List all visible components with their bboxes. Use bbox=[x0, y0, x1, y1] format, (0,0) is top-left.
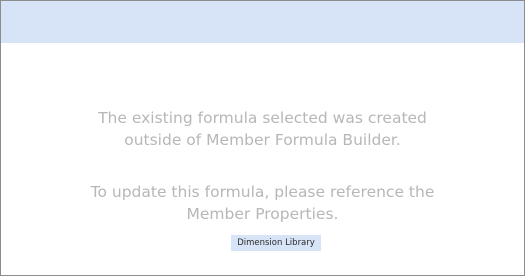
update-formula-message-line-1: To update this formula, please reference… bbox=[90, 183, 435, 201]
existing-formula-message-line-2: outside of Member Formula Builder. bbox=[124, 131, 401, 149]
panel-header-bar bbox=[1, 1, 524, 43]
update-formula-message-line-2: Member Properties. bbox=[186, 205, 339, 223]
existing-formula-message-line-1: The existing formula selected was create… bbox=[98, 109, 427, 127]
existing-formula-message: The existing formula selected was create… bbox=[1, 107, 524, 151]
dimension-library-button[interactable]: Dimension Library bbox=[231, 235, 321, 251]
update-formula-message: To update this formula, please reference… bbox=[1, 181, 524, 225]
formula-builder-panel: The existing formula selected was create… bbox=[0, 0, 525, 276]
